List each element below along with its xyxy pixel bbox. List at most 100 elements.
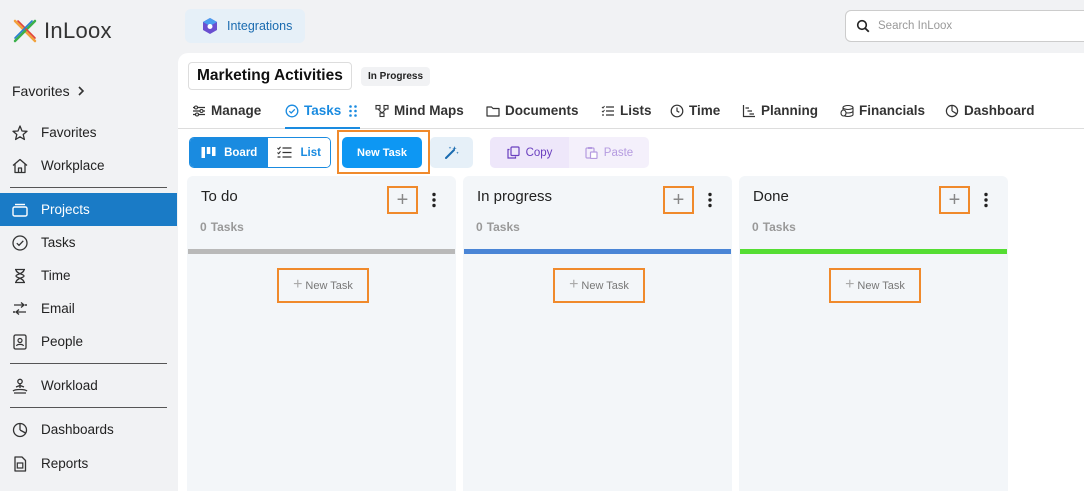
list-label: List: [300, 146, 321, 159]
sidebar-item-label: Workplace: [41, 158, 105, 173]
copy-paste-group: Copy Paste: [490, 137, 649, 168]
new-task-button[interactable]: New Task: [342, 137, 422, 168]
column-new-task-label: New Task: [581, 279, 629, 292]
tab-manage[interactable]: Manage: [192, 101, 261, 129]
task-count: 0 Tasks: [200, 220, 244, 234]
add-task-button[interactable]: +: [663, 186, 694, 214]
board-column-in-progress: In progress + 0 Tasks + New Task: [463, 176, 732, 491]
sidebar-item-label: Reports: [41, 456, 89, 471]
integrations-tab[interactable]: Integrations: [185, 9, 305, 43]
tab-label: Planning: [761, 103, 818, 118]
hourglass-icon: [15, 268, 25, 283]
paste-label: Paste: [603, 146, 634, 159]
sliders-icon: [193, 105, 205, 117]
pie-chart-icon: [945, 104, 959, 118]
favorites-header[interactable]: Favorites: [12, 83, 86, 99]
sidebar-item-people[interactable]: People: [0, 325, 177, 358]
paste-icon: [585, 147, 598, 159]
column-new-task-label: New Task: [305, 279, 353, 292]
tab-label: Lists: [620, 103, 652, 118]
copy-icon: [506, 146, 520, 159]
column-menu-button[interactable]: [703, 186, 717, 214]
column-new-task-button[interactable]: + New Task: [553, 268, 645, 303]
plus-icon: +: [569, 276, 579, 293]
sidebar-item-label: Email: [41, 301, 75, 316]
add-task-button[interactable]: +: [387, 186, 418, 214]
tab-label: Dashboard: [964, 103, 1035, 118]
sidebar-item-favorites[interactable]: Favorites: [0, 116, 177, 149]
drag-grid-icon: [349, 105, 358, 117]
sidebar-item-label: Projects: [41, 202, 90, 217]
app-logo[interactable]: InLoox: [12, 18, 112, 44]
sidebar-item-projects[interactable]: Projects: [0, 193, 177, 226]
board-label: Board: [224, 146, 258, 159]
task-count-label: Tasks: [762, 220, 796, 234]
sidebar-item-label: Time: [41, 268, 71, 283]
board-column-todo: To do + 0 Tasks + New Task: [187, 176, 456, 491]
add-task-button[interactable]: +: [939, 186, 970, 214]
inloox-logo-icon: [13, 19, 37, 43]
more-vertical-icon: [708, 192, 712, 208]
tab-dashboard[interactable]: Dashboard: [945, 101, 1035, 129]
column-status-bar: [464, 249, 731, 254]
sidebar-item-reports[interactable]: Reports: [0, 447, 177, 480]
column-status-bar: [188, 249, 455, 254]
workload-icon: [12, 378, 28, 394]
sidebar-item-workplace[interactable]: Workplace: [0, 149, 177, 182]
tab-lists[interactable]: Lists: [601, 101, 652, 129]
task-count-number: 0: [200, 220, 207, 234]
app-name: InLoox: [44, 18, 112, 43]
sidebar-divider: [10, 363, 167, 364]
pie-chart-icon: [12, 422, 28, 437]
tab-label: Manage: [211, 103, 262, 118]
board-view-button[interactable]: Board: [190, 138, 269, 167]
magic-wand-icon: [445, 146, 459, 159]
more-vertical-icon: [432, 192, 436, 208]
clock-icon: [670, 104, 684, 118]
board-icon: [201, 147, 216, 158]
sidebar-item-label: Workload: [41, 378, 98, 393]
search-box[interactable]: [845, 10, 1084, 42]
tab-mind-maps[interactable]: Mind Maps: [375, 101, 464, 129]
search-icon: [856, 19, 870, 33]
chevron-right-icon: [78, 86, 84, 96]
favorites-header-label: Favorites: [12, 83, 70, 99]
paste-button[interactable]: Paste: [569, 137, 649, 168]
projects-icon: [12, 203, 28, 217]
sidebar-item-email[interactable]: Email: [0, 292, 177, 325]
status-badge[interactable]: In Progress: [361, 67, 431, 86]
tab-time[interactable]: Time: [670, 101, 720, 129]
column-new-task-button[interactable]: + New Task: [277, 268, 369, 303]
sidebar-item-dashboards[interactable]: Dashboards: [0, 413, 177, 446]
task-count-number: 0: [752, 220, 759, 234]
coins-icon: [840, 104, 854, 118]
tab-tasks[interactable]: Tasks: [285, 101, 361, 129]
column-status-bar: [740, 249, 1007, 254]
column-new-task-label: New Task: [857, 279, 905, 292]
list-icon: [601, 105, 614, 116]
list-icon: [277, 146, 292, 158]
task-count: 0 Tasks: [752, 220, 796, 234]
list-view-button[interactable]: List: [268, 138, 330, 167]
column-title: To do: [201, 188, 238, 205]
tab-label: Financials: [859, 103, 926, 118]
board-column-done: Done + 0 Tasks + New Task: [739, 176, 1008, 491]
column-menu-button[interactable]: [979, 186, 993, 214]
sidebar-item-time[interactable]: Time: [0, 259, 177, 292]
tab-label: Time: [689, 103, 721, 118]
column-new-task-button[interactable]: + New Task: [829, 268, 921, 303]
copy-button[interactable]: Copy: [490, 137, 569, 168]
tab-documents[interactable]: Documents: [486, 101, 579, 129]
sidebar-item-label: Dashboards: [41, 422, 114, 437]
tab-planning[interactable]: Planning: [742, 101, 818, 129]
sidebar-item-workload[interactable]: Workload: [0, 369, 177, 402]
task-count: 0 Tasks: [476, 220, 520, 234]
sidebar-item-tasks[interactable]: Tasks: [0, 226, 177, 259]
sidebar-item-label: Favorites: [41, 125, 97, 140]
column-menu-button[interactable]: [427, 186, 441, 214]
tab-financials[interactable]: Financials: [840, 101, 925, 129]
task-count-number: 0: [476, 220, 483, 234]
project-title[interactable]: Marketing Activities: [188, 62, 352, 90]
search-input[interactable]: [878, 20, 1078, 32]
magic-wand-button[interactable]: [430, 137, 473, 168]
